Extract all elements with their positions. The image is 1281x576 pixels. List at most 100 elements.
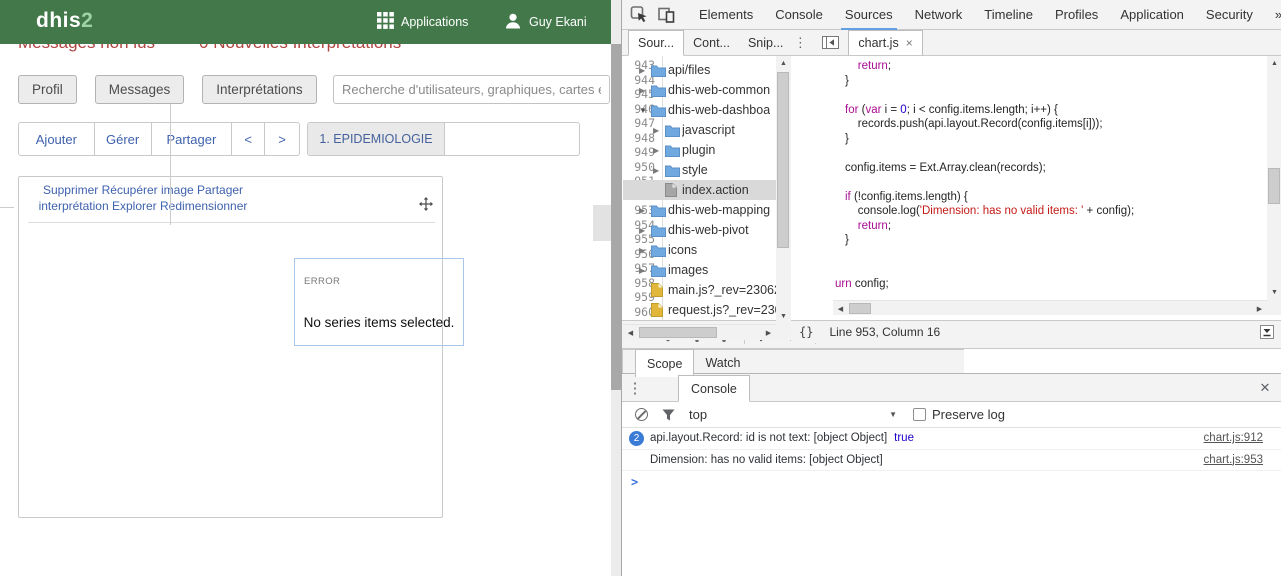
tree-scrollbar-thumb[interactable] [777, 72, 789, 248]
close-file-tab-icon[interactable]: × [906, 36, 913, 50]
dashboard-tab-epidemiologie[interactable]: 1. EPIDEMIOLOGIE [308, 123, 445, 155]
tree-item-dhis-web-dashboa[interactable]: ▼dhis-web-dashboa [623, 100, 790, 120]
widget-link[interactable]: Explorer [112, 199, 157, 213]
scroll-down-icon[interactable]: ▼ [1267, 285, 1281, 300]
tree-item-icons[interactable]: ▶icons [623, 240, 790, 260]
devtools-tab-timeline[interactable]: Timeline [973, 0, 1044, 30]
chevron-collapsed-icon[interactable]: ▶ [639, 266, 651, 275]
folder-icon [665, 144, 682, 157]
user-menu[interactable]: Guy Ekani [504, 0, 587, 44]
tree-item-javascript[interactable]: ▶javascript [623, 120, 790, 140]
chevron-collapsed-icon[interactable]: ▶ [653, 126, 665, 135]
scroll-up-icon[interactable]: ▲ [1267, 56, 1281, 71]
devtools-tab-sources[interactable]: Sources [834, 0, 904, 30]
toolbar-button-ajouter[interactable]: Ajouter [19, 123, 95, 155]
inspect-element-icon[interactable] [630, 5, 648, 24]
tab-profil[interactable]: Profil [18, 75, 77, 104]
chevron-collapsed-icon[interactable]: ▶ [639, 86, 651, 95]
editor-scrollbar-thumb[interactable] [1268, 168, 1280, 204]
console-prompt[interactable]: > [622, 471, 1281, 493]
editor-hscrollbar-thumb[interactable] [849, 303, 871, 314]
chevron-expanded-icon[interactable]: ▼ [639, 106, 651, 115]
execution-context-select[interactable]: top [689, 407, 707, 422]
widget-link[interactable]: Supprimer [43, 183, 98, 197]
clear-console-icon[interactable] [635, 408, 648, 421]
tree-item-request-js-rev-230[interactable]: request.js?_rev=230 [623, 300, 790, 320]
tree-item-dhis-web-pivot[interactable]: ▶dhis-web-pivot [623, 220, 790, 240]
close-drawer-icon[interactable]: ✕ [1248, 374, 1281, 401]
widget-separator [28, 222, 435, 223]
console-message-text: api.layout.Record: id is not text: [obje… [650, 432, 887, 444]
scroll-right-icon[interactable]: ▶ [1252, 301, 1267, 316]
toolbar-button-gerer[interactable]: Gérer [95, 123, 152, 155]
toolbar-button-next[interactable]: > [265, 123, 299, 155]
drawer-menu-icon[interactable]: ⋮ [622, 374, 648, 401]
pretty-print-button[interactable]: {} [799, 325, 813, 339]
navigator-menu-icon[interactable]: ⋮ [792, 30, 808, 55]
tree-item-dhis-web-common[interactable]: ▶dhis-web-common [623, 80, 790, 100]
chevron-collapsed-icon[interactable]: ▶ [639, 66, 651, 75]
toggle-drawer-icon[interactable] [1260, 325, 1274, 339]
tab-console[interactable]: Console [678, 375, 750, 402]
scroll-left-icon[interactable]: ◀ [623, 325, 638, 340]
scroll-down-icon[interactable]: ▼ [776, 309, 791, 324]
move-icon[interactable] [419, 197, 433, 216]
tree-item-label: images [668, 263, 708, 277]
tree-item-api-files[interactable]: ▶api/files [623, 60, 790, 80]
tree-hscrollbar-thumb[interactable] [639, 327, 717, 338]
console-source-link[interactable]: chart.js:953 [1204, 454, 1263, 466]
tree-item-main-js-rev-23062[interactable]: main.js?_rev=23062 [623, 280, 790, 300]
tab-messages[interactable]: Messages [95, 75, 185, 104]
dhis2-logo[interactable]: dhis2 [36, 9, 93, 33]
toolbar-button-partager[interactable]: Partager [152, 123, 233, 155]
tree-horizontal-scrollbar[interactable]: ◀ ▶ [623, 324, 776, 340]
hide-navigator-icon[interactable] [822, 30, 839, 55]
scroll-up-icon[interactable]: ▲ [776, 56, 791, 71]
preserve-log-checkbox[interactable] [913, 408, 926, 421]
scroll-left-icon[interactable]: ◀ [833, 301, 848, 316]
tree-item-images[interactable]: ▶ images [623, 260, 790, 280]
user-icon [504, 12, 522, 33]
applications-menu[interactable]: Applications [377, 0, 468, 44]
tab-scope[interactable]: Scope [635, 349, 694, 377]
inner-scrollbar-thumb[interactable] [593, 205, 611, 241]
devtools-tab-security[interactable]: Security [1195, 0, 1264, 30]
devtools-tab-console[interactable]: Console [764, 0, 834, 30]
device-toolbar-icon[interactable] [657, 6, 676, 24]
devtools-tab-application[interactable]: Application [1109, 0, 1195, 30]
tree-item-index-action[interactable]: index.action [623, 180, 790, 200]
filter-icon[interactable] [662, 409, 675, 421]
tree-item-style[interactable]: ▶style [623, 160, 790, 180]
chevron-collapsed-icon[interactable]: ▶ [639, 246, 651, 255]
tree-item-plugin[interactable]: ▶plugin [623, 140, 790, 160]
context-dropdown-icon[interactable]: ▼ [889, 410, 897, 419]
scroll-right-icon[interactable]: ▶ [761, 325, 776, 340]
widget-link[interactable]: Récupérer image [102, 183, 194, 197]
editor-vertical-scrollbar[interactable]: ▲ ▼ [1267, 56, 1281, 300]
devtools-overflow-tabs[interactable]: » [1264, 0, 1281, 30]
navigator-tab-cont[interactable]: Cont... [684, 30, 739, 55]
widget-link[interactable]: Redimensionner [160, 199, 247, 213]
console-filter-bar: top ▼ Preserve log [622, 402, 1281, 428]
toolbar-button-prev[interactable]: < [232, 123, 265, 155]
code-editor[interactable]: return;} for (var i = 0; i < config.item… [833, 56, 1266, 320]
console-source-link[interactable]: chart.js:912 [1204, 432, 1263, 444]
file-tab-chartjs[interactable]: chart.js × [848, 30, 922, 55]
search-input[interactable] [333, 75, 610, 104]
tab-interprétations[interactable]: Interprétations [202, 75, 316, 104]
chevron-collapsed-icon[interactable]: ▶ [653, 146, 665, 155]
navigator-tab-sour[interactable]: Sour... [628, 30, 684, 56]
chevron-collapsed-icon[interactable]: ▶ [639, 226, 651, 235]
tree-item-dhis-web-mapping[interactable]: ▶dhis-web-mapping [623, 200, 790, 220]
devtools-tab-profiles[interactable]: Profiles [1044, 0, 1109, 30]
chevron-collapsed-icon[interactable]: ▶ [653, 166, 665, 175]
tree-vertical-scrollbar[interactable]: ▲ ▼ [776, 56, 791, 324]
editor-horizontal-scrollbar[interactable]: ◀ ▶ [833, 300, 1267, 315]
navigator-tab-snip[interactable]: Snip... [739, 30, 792, 55]
devtools-tab-network[interactable]: Network [904, 0, 974, 30]
devtools-tab-elements[interactable]: Elements [688, 0, 764, 30]
console-drawer: ⋮ Console ✕ top ▼ Preserve log 2api.layo… [622, 373, 1281, 576]
page-scrollbar[interactable] [611, 0, 621, 576]
page-scrollbar-thumb[interactable] [611, 44, 621, 390]
chevron-collapsed-icon[interactable]: ▶ [639, 206, 651, 215]
